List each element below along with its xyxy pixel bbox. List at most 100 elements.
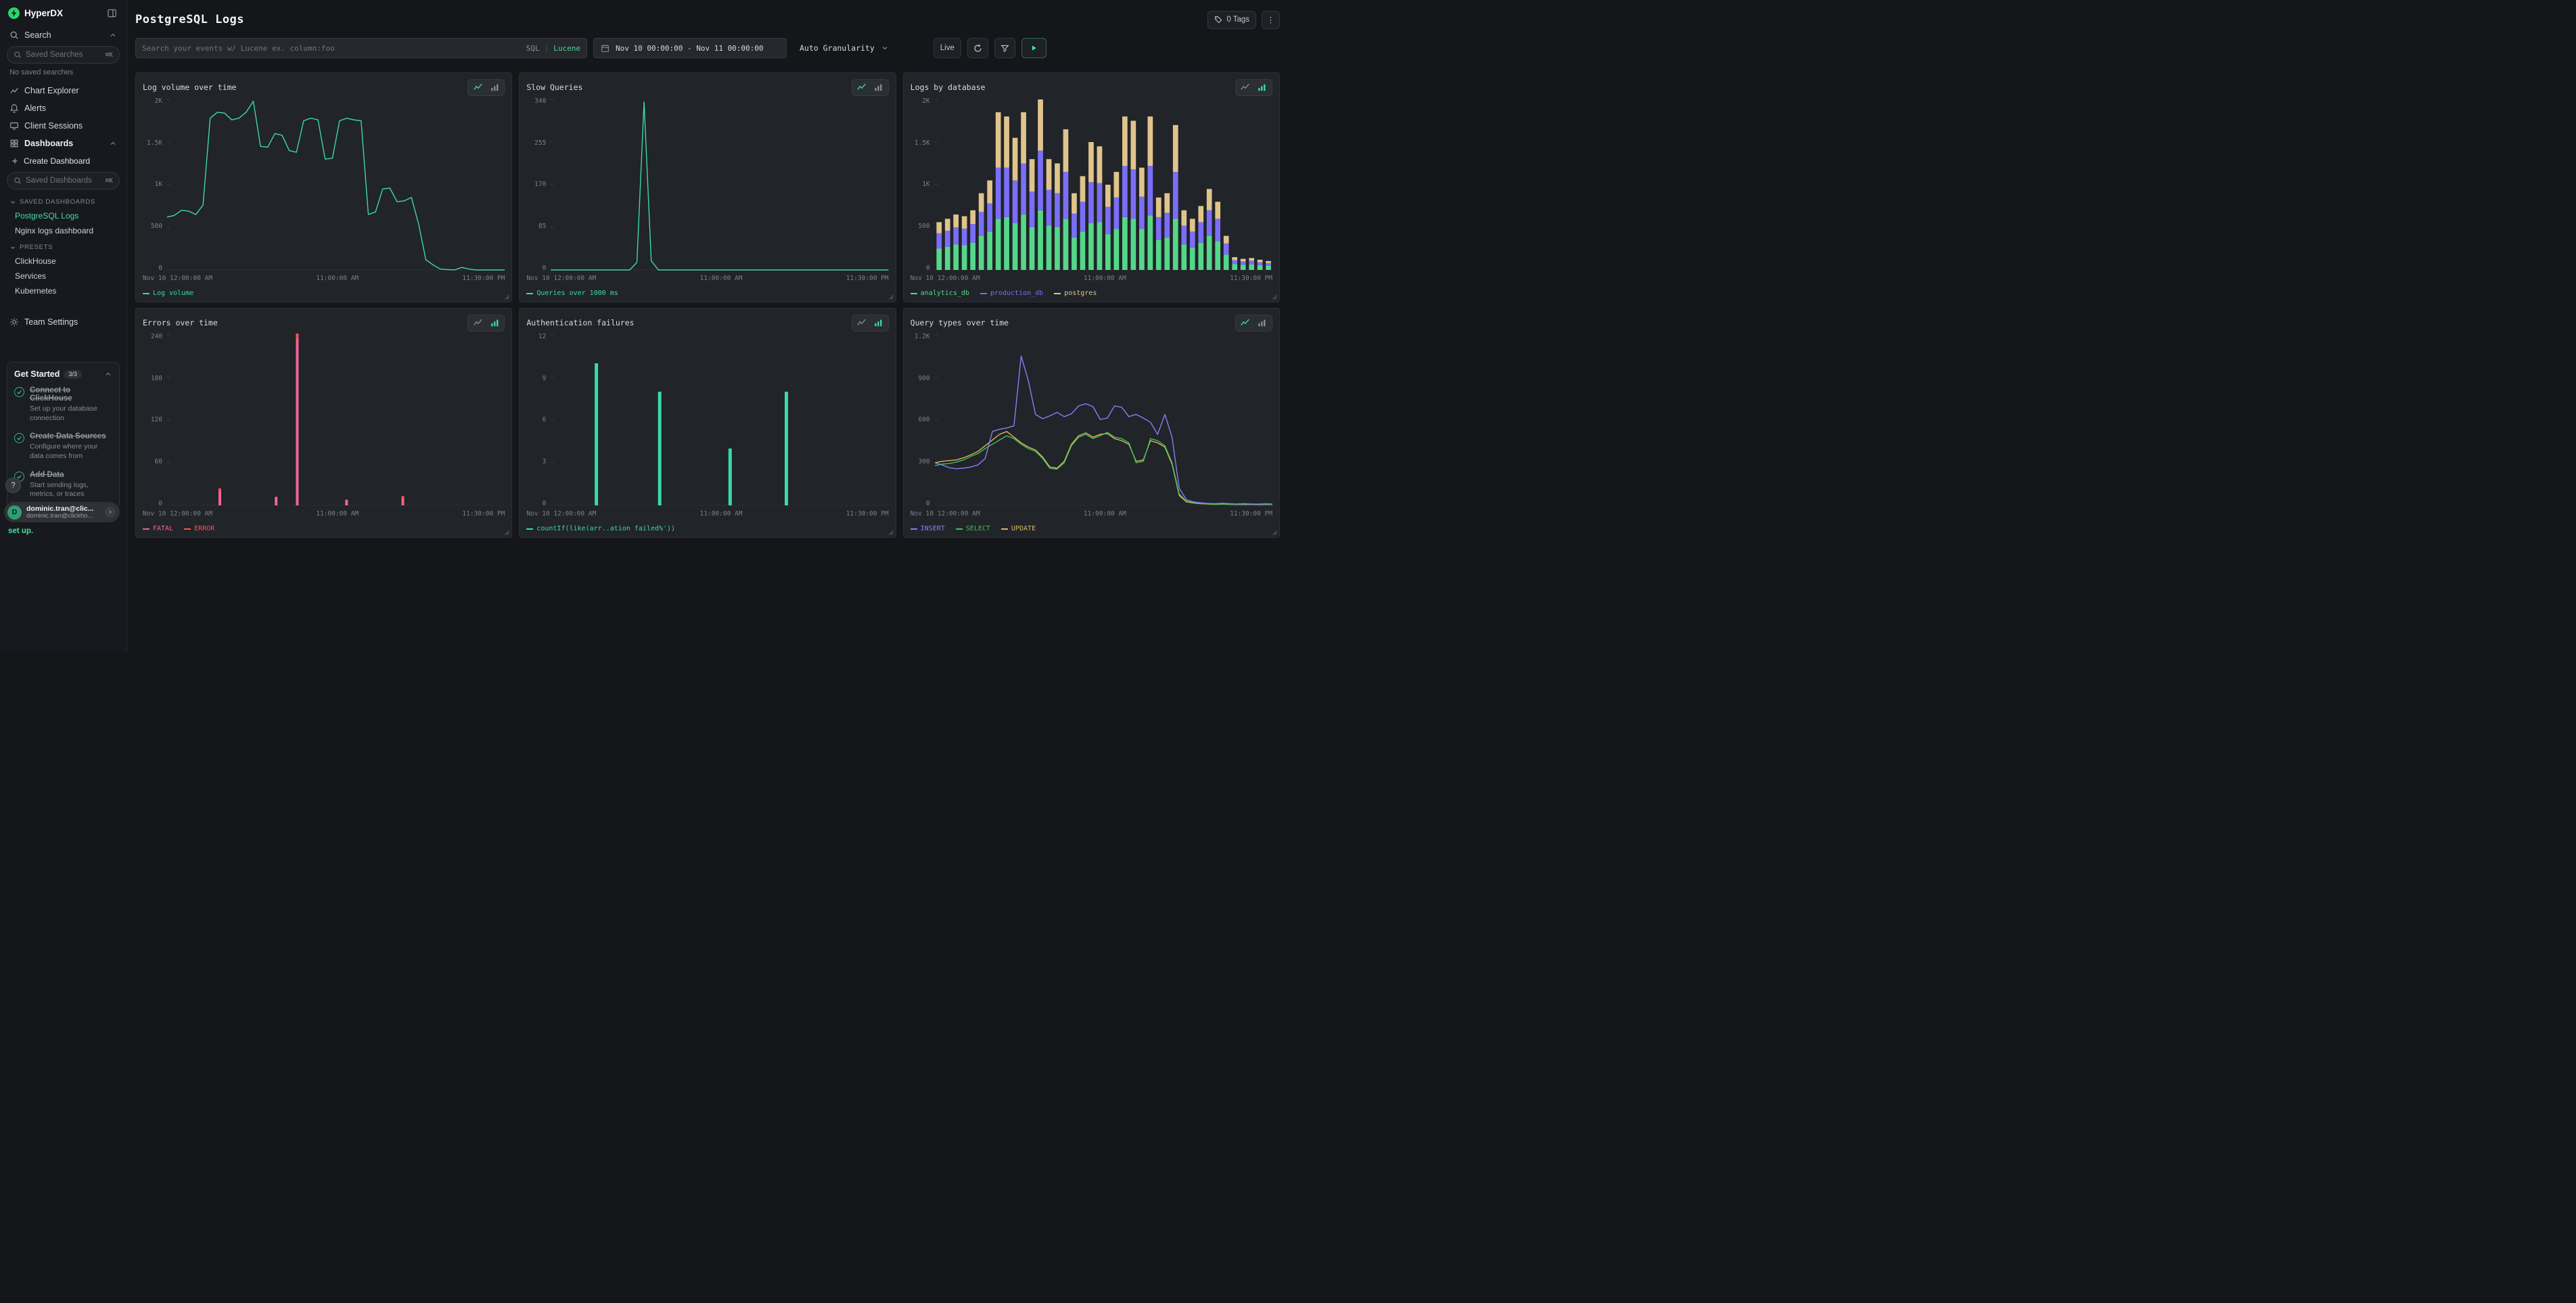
resize-handle-icon[interactable] [1272, 294, 1278, 300]
event-search-input[interactable]: Search your events w/ Lucene ex. column:… [135, 38, 587, 58]
chart-canvas[interactable] [935, 98, 1272, 271]
setup-link[interactable]: set up. [8, 527, 33, 535]
shortcut-badge: ⌘K [106, 177, 113, 185]
get-started-step-sources[interactable]: Create Data Sources Configure where your… [14, 428, 112, 465]
sidebar-item-label: Alerts [24, 104, 117, 113]
line-chart-toggle[interactable] [855, 82, 869, 93]
sidebar-preset-services[interactable]: Services [7, 269, 120, 283]
bar-chart-toggle[interactable] [488, 317, 501, 329]
monitor-icon [9, 121, 19, 131]
get-started-step-add-data[interactable]: Add Data Start sending logs, metrics, or… [14, 466, 112, 504]
gear-icon [9, 317, 19, 327]
sidebar-item-label: Team Settings [24, 317, 117, 327]
user-menu[interactable]: D dominic.tran@clic... dominic.tran@clic… [4, 502, 120, 522]
more-options-button[interactable]: ⋮ [1262, 11, 1280, 29]
search-icon [14, 177, 22, 185]
granularity-select[interactable]: Auto Granularity [793, 38, 896, 58]
bar-chart-toggle[interactable] [872, 317, 886, 329]
resize-handle-icon[interactable] [504, 294, 510, 300]
resize-handle-icon[interactable] [504, 530, 510, 536]
line-chart-toggle[interactable] [1239, 317, 1252, 329]
panel-title: Slow Queries [526, 83, 582, 92]
resize-handle-icon[interactable] [1272, 530, 1278, 536]
page-title: PostgreSQL Logs [135, 13, 244, 26]
main-content: PostgreSQL Logs 0 Tags ⋮ Search your eve… [127, 0, 1288, 652]
chart-legend: countIf(like(arr..ation failed%')) [526, 524, 888, 533]
sidebar-item-search[interactable]: Search [7, 26, 120, 44]
tag-icon [1214, 16, 1222, 24]
x-axis-labels: Nov 10 12:00:00 AM11:00:00 AM11:30:00 PM [911, 275, 1272, 282]
saved-dashboards-input[interactable]: Saved Dashboards ⌘K [7, 172, 120, 189]
chart-type-toggle [852, 315, 889, 332]
bar-chart-toggle[interactable] [1256, 82, 1269, 93]
bar-chart-toggle[interactable] [488, 82, 501, 93]
tags-button[interactable]: 0 Tags [1208, 11, 1256, 29]
chart-canvas[interactable] [935, 334, 1272, 507]
sidebar-item-alerts[interactable]: Alerts [7, 99, 120, 117]
y-axis-labels: 240180120600 [143, 334, 167, 507]
lucene-mode-toggle[interactable]: Lucene [553, 44, 580, 53]
get-started-title: Get Started [14, 369, 60, 379]
chart-canvas[interactable] [551, 334, 888, 507]
refresh-button[interactable] [967, 38, 988, 58]
saved-searches-input[interactable]: Saved Searches ⌘K [7, 46, 120, 64]
time-range-picker[interactable]: Nov 10 00:00:00 - Nov 11 00:00:00 [593, 38, 787, 58]
line-chart-toggle[interactable] [471, 82, 484, 93]
resize-handle-icon[interactable] [888, 294, 894, 300]
sql-mode-toggle[interactable]: SQL [526, 44, 540, 53]
tags-label: 0 Tags [1226, 16, 1249, 24]
presets-section-header[interactable]: PRESETS [7, 238, 120, 254]
panel-title: Authentication failures [526, 318, 634, 327]
line-chart-toggle[interactable] [855, 317, 869, 329]
sidebar-item-client-sessions[interactable]: Client Sessions [7, 117, 120, 135]
y-axis-labels: 2K1.5K1K5000 [911, 98, 935, 271]
help-button[interactable]: ? [5, 478, 21, 493]
refresh-icon [973, 44, 982, 53]
bar-chart-toggle[interactable] [1256, 317, 1269, 329]
chart-legend: INSERTSELECTUPDATE [911, 524, 1272, 533]
sidebar-dashboard-postgresql-logs[interactable]: PostgreSQL Logs [7, 208, 120, 223]
panel-title: Log volume over time [143, 83, 236, 92]
sidebar-header: HyperDX [7, 5, 120, 26]
panel-collapse-icon [107, 8, 117, 18]
bell-icon [9, 104, 19, 113]
y-axis-labels: 340255170850 [526, 98, 551, 271]
chevron-up-icon [104, 370, 112, 378]
x-axis-labels: Nov 10 12:00:00 AM11:00:00 AM11:30:00 PM [143, 510, 505, 518]
sidebar-preset-kubernetes[interactable]: Kubernetes [7, 283, 120, 298]
dashboard-grid: Log volume over time 2K1.5K1K5000 Nov 10… [135, 72, 1280, 538]
get-started-progress-badge: 3/3 [64, 370, 82, 379]
chart-canvas[interactable] [167, 334, 505, 507]
chart-canvas[interactable] [551, 98, 888, 271]
chart-canvas[interactable] [167, 98, 505, 271]
create-dashboard-button[interactable]: Create Dashboard [7, 152, 120, 170]
y-axis-labels: 2K1.5K1K5000 [143, 98, 167, 271]
sidebar-dashboard-nginx-logs[interactable]: Nginx logs dashboard [7, 223, 120, 238]
brand[interactable]: HyperDX [8, 7, 63, 19]
sidebar-preset-clickhouse[interactable]: ClickHouse [7, 254, 120, 269]
filter-button[interactable] [994, 38, 1015, 58]
get-started-step-connect[interactable]: Connect to ClickHouse Set up your databa… [14, 382, 112, 428]
plus-icon [11, 157, 19, 165]
brand-name: HyperDX [24, 8, 63, 18]
resize-handle-icon[interactable] [888, 530, 894, 536]
saved-dashboards-section-header[interactable]: SAVED DASHBOARDS [7, 193, 120, 208]
collapse-sidebar-button[interactable] [106, 7, 118, 20]
line-chart-toggle[interactable] [1239, 82, 1252, 93]
line-chart-toggle[interactable] [471, 317, 484, 329]
run-query-button[interactable] [1021, 38, 1046, 58]
sidebar-item-team-settings[interactable]: Team Settings [7, 313, 120, 331]
bar-chart-toggle[interactable] [872, 82, 886, 93]
get-started-header[interactable]: Get Started 3/3 [14, 369, 112, 379]
search-placeholder: Search your events w/ Lucene ex. column:… [142, 44, 526, 53]
sidebar-item-dashboards[interactable]: Dashboards [7, 135, 120, 152]
live-button[interactable]: Live [934, 38, 961, 58]
chart-panel-auth-failures: Authentication failures 129630 Nov 10 12… [519, 308, 896, 538]
panel-title: Errors over time [143, 318, 218, 327]
sidebar-item-label: Dashboards [24, 139, 104, 148]
chart-line-icon [9, 86, 19, 95]
chart-panel-logs-by-database: Logs by database 2K1.5K1K5000 Nov 10 12:… [903, 72, 1280, 302]
chevron-right-icon: › [105, 507, 116, 518]
time-range-value: Nov 10 00:00:00 - Nov 11 00:00:00 [616, 44, 764, 53]
sidebar-item-chart-explorer[interactable]: Chart Explorer [7, 82, 120, 99]
